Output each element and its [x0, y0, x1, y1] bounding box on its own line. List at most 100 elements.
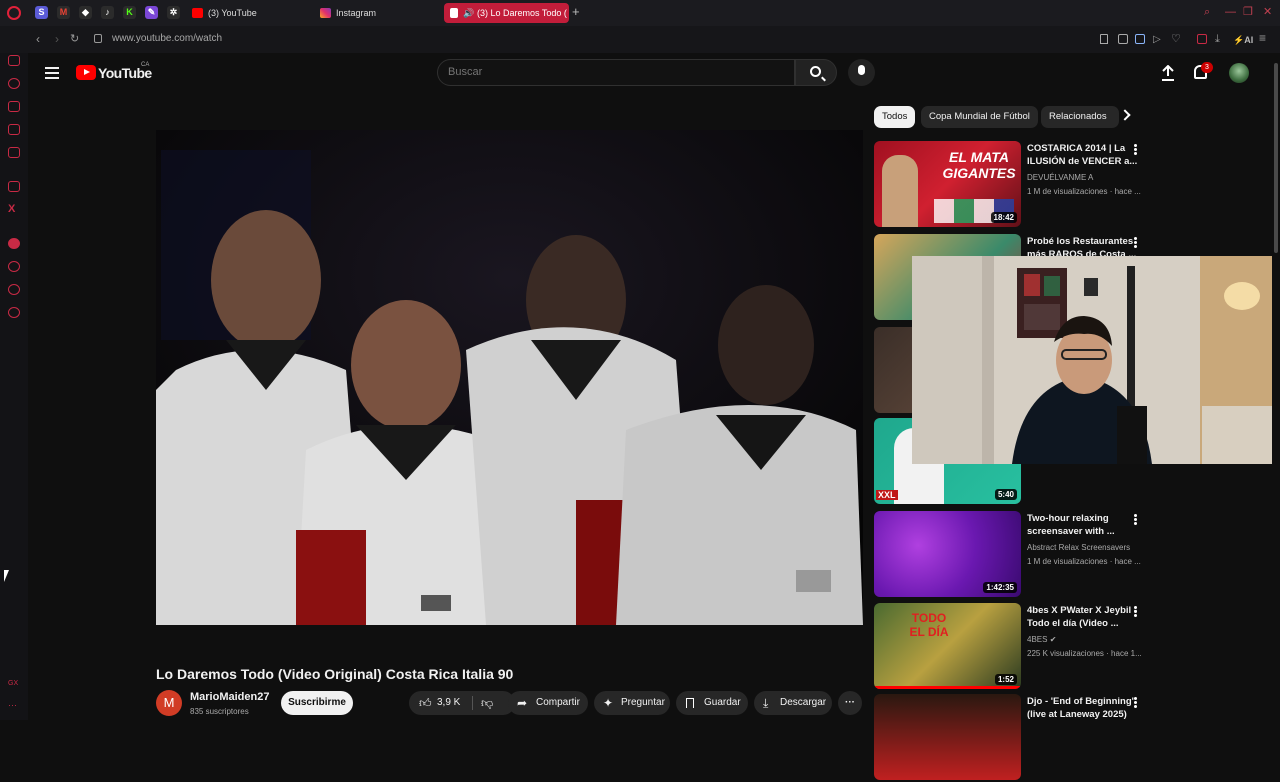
more-vertical-icon[interactable]: [1134, 237, 1137, 248]
heart-icon[interactable]: ♡: [1171, 32, 1181, 46]
chatgpt-icon[interactable]: ✲: [167, 6, 180, 19]
player-icon[interactable]: ▷: [1153, 33, 1161, 47]
gx-icon[interactable]: GX: [8, 680, 20, 691]
bookmark-icon[interactable]: [1100, 34, 1108, 44]
more-actions-button[interactable]: ···: [838, 691, 862, 715]
sidebar-icon[interactable]: [8, 55, 20, 66]
back-icon[interactable]: ‹: [36, 32, 40, 46]
tab-active-video[interactable]: 🔊 (3) Lo Daremos Todo (: [444, 3, 569, 23]
shield-icon[interactable]: [1135, 34, 1145, 44]
tab-youtube[interactable]: (3) YouTube: [186, 3, 308, 23]
search-box[interactable]: [437, 59, 795, 86]
instagram-favicon-icon: [320, 8, 331, 18]
save-button[interactable]: Guardar: [676, 691, 748, 715]
ask-button[interactable]: ✦ Preguntar: [594, 691, 670, 715]
ai-icon[interactable]: ⚡AI: [1233, 33, 1253, 47]
channel-name[interactable]: 4BES ✔︎: [1027, 635, 1056, 644]
watch-progress-bar: [874, 686, 1021, 689]
search-button[interactable]: [795, 59, 837, 86]
youtube-logo-icon[interactable]: [76, 65, 96, 80]
video-title-link[interactable]: Djo - 'End of Beginning' (live at Lanewa…: [1027, 695, 1139, 721]
video-thumbnail[interactable]: [874, 694, 1021, 780]
tab-instagram[interactable]: Instagram: [314, 3, 438, 23]
list-item[interactable]: TODO EL DÍA 1:52 4bes X PWater X Jeybil …: [874, 603, 1174, 691]
download-button[interactable]: ⤓ Descargar: [754, 691, 832, 715]
pinned-tab-icon[interactable]: ◆: [79, 6, 92, 19]
tiktok-icon[interactable]: ♪: [101, 6, 114, 19]
video-player[interactable]: [156, 130, 863, 625]
video-duration: 5:40: [994, 489, 1017, 500]
sidebar-icon[interactable]: [8, 124, 20, 135]
youtube-favicon-icon: [192, 8, 203, 18]
history-icon[interactable]: [8, 261, 20, 272]
more-icon[interactable]: ···: [8, 700, 20, 711]
subscriber-count: 835 suscriptores: [190, 707, 249, 716]
like-icon[interactable]: 👍︎: [419, 691, 432, 710]
pinned-tab-icon[interactable]: ✎: [145, 6, 158, 19]
kick-icon[interactable]: K: [123, 6, 136, 19]
url-field[interactable]: www.youtube.com/watch: [112, 33, 222, 44]
maximize-icon[interactable]: ❐: [1243, 6, 1253, 18]
x-icon[interactable]: X: [8, 204, 20, 215]
address-bar: ‹ › ↻ www.youtube.com/watch ▷ ♡ ⤓ ⚡AI ≡: [0, 26, 1280, 53]
download-icon[interactable]: ⤓: [1215, 32, 1220, 46]
pinned-tab-icon[interactable]: S: [35, 6, 48, 19]
sidebar-icon[interactable]: [8, 147, 20, 158]
sidebar-icon[interactable]: [8, 284, 20, 295]
chip-todos[interactable]: Todos: [874, 106, 916, 128]
video-thumbnail[interactable]: EL MATA GIGANTES 18:42: [874, 141, 1021, 227]
twitch-icon[interactable]: [8, 181, 20, 192]
lock-icon: [94, 34, 102, 43]
new-tab-button[interactable]: +: [572, 5, 580, 19]
subscribe-button[interactable]: Suscribirme: [281, 691, 353, 715]
more-vertical-icon[interactable]: [1134, 606, 1137, 617]
minimize-icon[interactable]: —: [1225, 6, 1236, 18]
video-title-link[interactable]: COSTARICA 2014 | La ILUSIÓN de VENCER a.…: [1027, 142, 1139, 168]
account-avatar[interactable]: [1229, 63, 1249, 83]
sidebar-icon[interactable]: [8, 101, 20, 112]
upload-icon[interactable]: [1161, 65, 1175, 81]
dislike-icon[interactable]: 👎︎: [481, 691, 493, 710]
more-vertical-icon[interactable]: [1134, 514, 1137, 525]
video-title-link[interactable]: 4bes X PWater X Jeybil - Todo el día (Vi…: [1027, 604, 1139, 630]
settings-icon[interactable]: [8, 307, 20, 318]
music-icon[interactable]: [8, 238, 20, 249]
snapshot-icon[interactable]: [1118, 34, 1128, 44]
hamburger-menu-icon[interactable]: [45, 67, 59, 79]
voice-search-button[interactable]: [848, 59, 875, 86]
more-vertical-icon[interactable]: [1134, 697, 1137, 708]
list-item[interactable]: 1:42:35 Two-hour relaxing screensaver wi…: [874, 511, 1174, 599]
divider: [472, 696, 473, 710]
extension-icon[interactable]: [1197, 34, 1207, 44]
video-title-link[interactable]: Two-hour relaxing screensaver with ...: [1027, 512, 1139, 538]
forward-icon[interactable]: ›: [55, 32, 59, 46]
search-input[interactable]: [438, 60, 794, 84]
video-thumbnail[interactable]: TODO EL DÍA 1:52: [874, 603, 1021, 689]
reload-icon[interactable]: ↻: [70, 32, 79, 46]
speaker-icon[interactable]: 🔊: [463, 3, 474, 23]
list-item[interactable]: Djo - 'End of Beginning' (live at Lanewa…: [874, 694, 1174, 782]
channel-name[interactable]: MarioMaiden27: [190, 691, 269, 703]
channel-avatar[interactable]: M: [156, 690, 182, 716]
chip-copa-mundial[interactable]: Copa Mundial de Fútbol: [921, 106, 1038, 128]
chevron-right-icon[interactable]: [1119, 109, 1131, 121]
like-count[interactable]: 3,9 K: [437, 691, 460, 715]
list-item[interactable]: EL MATA GIGANTES 18:42 COSTARICA 2014 | …: [874, 141, 1174, 229]
close-window-icon[interactable]: ✕: [1263, 6, 1272, 18]
menu-icon[interactable]: ≡: [1259, 31, 1266, 45]
share-button[interactable]: ➦ Compartir: [508, 691, 588, 715]
thumbnail-person: [882, 155, 918, 227]
youtube-favicon-icon: [450, 8, 458, 18]
gmail-icon[interactable]: M: [57, 6, 70, 19]
channel-name[interactable]: Abstract Relax Screensavers: [1027, 543, 1130, 552]
sidebar-icon[interactable]: [8, 78, 20, 89]
chip-relacionados[interactable]: Relacionados: [1041, 106, 1119, 128]
channel-name[interactable]: DEVUÉLVANME A: [1027, 173, 1093, 182]
thumbnail-text: EL MATA GIGANTES: [942, 149, 1016, 181]
opera-logo-icon[interactable]: [7, 6, 21, 20]
search-tabs-icon[interactable]: ⌕: [1204, 6, 1210, 18]
scrollbar-thumb[interactable]: [1274, 63, 1278, 253]
page-scrollbar[interactable]: [1272, 53, 1280, 720]
video-thumbnail[interactable]: 1:42:35: [874, 511, 1021, 597]
more-vertical-icon[interactable]: [1134, 144, 1137, 155]
